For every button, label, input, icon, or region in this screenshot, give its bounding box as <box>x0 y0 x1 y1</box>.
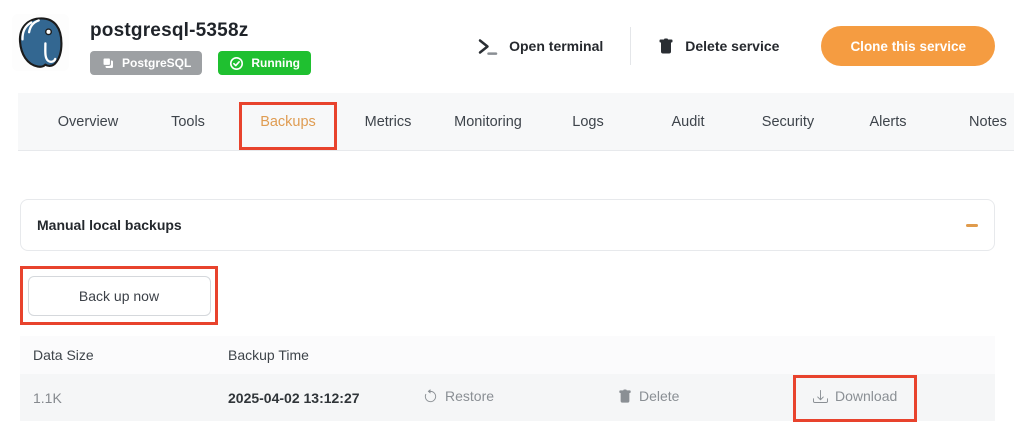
restore-button[interactable]: Restore <box>423 388 494 404</box>
tab-backups[interactable]: Backups <box>238 93 338 150</box>
delete-service-button[interactable]: Delete service <box>658 38 779 55</box>
tab-notes[interactable]: Notes <box>938 93 1014 150</box>
status-badge: Running <box>218 51 311 75</box>
status-label: Running <box>251 56 300 70</box>
tab-bar: Overview Tools Backups Metrics Monitorin… <box>18 93 1014 151</box>
tab-metrics[interactable]: Metrics <box>338 93 438 150</box>
collapse-minus-icon[interactable] <box>966 224 978 227</box>
open-terminal-label: Open terminal <box>509 38 603 54</box>
column-header-data-size: Data Size <box>20 347 215 363</box>
cell-backup-time: 2025-04-02 13:12:27 <box>215 390 410 406</box>
tab-backups-label: Backups <box>260 114 316 130</box>
trash-icon <box>618 389 632 404</box>
terminal-icon <box>476 35 498 57</box>
cell-restore: Restore <box>410 388 605 407</box>
service-type-badge: PostgreSQL <box>90 51 202 75</box>
title-block: postgresql-5358z PostgreSQL <box>90 14 311 75</box>
clone-service-button[interactable]: Clone this service <box>821 26 995 66</box>
tab-monitoring[interactable]: Monitoring <box>438 93 538 150</box>
download-icon <box>813 389 828 404</box>
back-up-now-button[interactable]: Back up now <box>28 276 211 316</box>
table-header-row: Data Size Backup Time <box>20 336 995 374</box>
postgresql-logo-svg <box>12 14 69 71</box>
badges-row: PostgreSQL Running <box>90 51 311 75</box>
postgresql-elephant-logo <box>12 14 69 71</box>
tab-tools[interactable]: Tools <box>138 93 238 150</box>
copy-icon <box>101 56 115 70</box>
download-label: Download <box>835 388 897 404</box>
service-type-label: PostgreSQL <box>122 56 191 70</box>
check-circle-icon <box>229 56 244 71</box>
tab-security[interactable]: Security <box>738 93 838 150</box>
trash-icon <box>658 38 674 55</box>
column-header-backup-time: Backup Time <box>215 347 410 363</box>
cell-delete: Delete <box>605 388 800 407</box>
tab-audit[interactable]: Audit <box>638 93 738 150</box>
service-header: postgresql-5358z PostgreSQL <box>0 0 1014 93</box>
delete-backup-button[interactable]: Delete <box>618 388 679 404</box>
backups-table: Data Size Backup Time 1.1K 2025-04-02 13… <box>20 336 995 421</box>
download-button[interactable]: Download <box>813 388 897 404</box>
annotation-box-backup-now: Back up now <box>20 266 218 325</box>
cell-download: Download <box>800 388 995 407</box>
tab-alerts[interactable]: Alerts <box>838 93 938 150</box>
header-actions: Open terminal Delete service Clone this … <box>476 26 995 66</box>
restore-icon <box>423 389 438 404</box>
restore-label: Restore <box>445 388 494 404</box>
section-title: Manual local backups <box>37 217 182 233</box>
header-divider <box>630 27 631 65</box>
tab-logs[interactable]: Logs <box>538 93 638 150</box>
open-terminal-button[interactable]: Open terminal <box>476 35 603 57</box>
table-row: 1.1K 2025-04-02 13:12:27 Restore <box>20 374 995 421</box>
tab-overview[interactable]: Overview <box>38 93 138 150</box>
manual-backups-section-header[interactable]: Manual local backups <box>20 199 995 251</box>
cell-data-size: 1.1K <box>20 390 215 406</box>
page-title: postgresql-5358z <box>90 20 311 42</box>
delete-backup-label: Delete <box>639 388 679 404</box>
delete-service-label: Delete service <box>685 38 779 54</box>
